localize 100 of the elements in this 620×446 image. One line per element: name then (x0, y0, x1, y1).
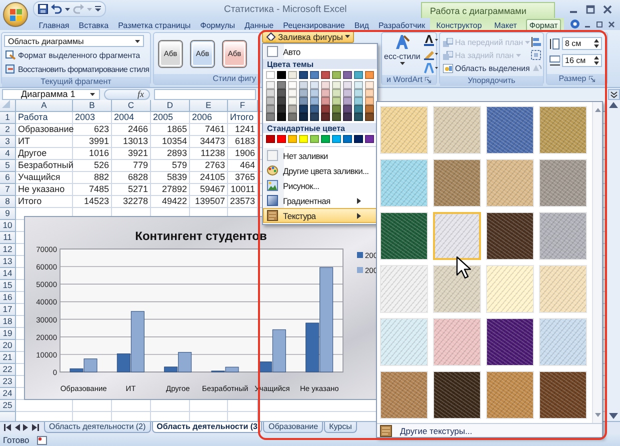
redo-icon[interactable] (73, 4, 84, 14)
texture-swatch[interactable] (380, 371, 428, 419)
ribbon-tab[interactable]: Макет (491, 19, 520, 30)
row-header[interactable]: 1 (0, 112, 16, 124)
skip-left-icon[interactable] (4, 424, 11, 431)
color-swatch[interactable] (277, 105, 286, 113)
color-swatch[interactable] (266, 81, 275, 89)
texture-swatch[interactable] (380, 318, 428, 366)
color-swatch[interactable] (310, 71, 319, 79)
reset-style-button[interactable]: Восстановить форматирование стиля (4, 63, 150, 75)
texture-swatch[interactable] (539, 265, 587, 313)
color-swatch[interactable] (365, 105, 374, 113)
color-swatch[interactable] (343, 71, 352, 79)
format-selection-button[interactable]: Формат выделенного фрагмента (4, 49, 150, 61)
row-header[interactable]: 20 (0, 340, 16, 352)
color-swatch[interactable] (288, 135, 297, 143)
color-swatch[interactable] (321, 105, 330, 113)
color-swatch[interactable] (288, 71, 297, 79)
column-header[interactable]: D (151, 100, 190, 112)
color-swatch[interactable] (310, 135, 319, 143)
texture-swatch[interactable] (433, 318, 481, 366)
color-swatch[interactable] (343, 97, 352, 105)
color-swatch[interactable] (277, 135, 286, 143)
menu-item[interactable]: Текстура (263, 208, 377, 223)
color-swatch[interactable] (354, 97, 363, 105)
close-icon[interactable] (607, 20, 616, 28)
color-swatch[interactable] (365, 71, 374, 79)
align-icon[interactable] (531, 37, 542, 47)
color-swatch[interactable] (321, 97, 330, 105)
color-swatch[interactable] (365, 81, 374, 89)
width-field[interactable]: 16 см (562, 54, 602, 67)
color-swatch[interactable] (277, 89, 286, 97)
ribbon-tab[interactable]: Конструктор (433, 19, 485, 30)
customize-caret-icon[interactable] (95, 6, 101, 12)
ribbon-tab[interactable]: Вид (351, 19, 372, 30)
texture-swatch[interactable] (486, 106, 534, 154)
menu-item[interactable]: Авто (263, 44, 377, 59)
sheet-tab[interactable]: Курсы (324, 422, 357, 433)
color-swatch[interactable] (288, 81, 297, 89)
restore-icon[interactable] (595, 20, 604, 28)
row-header[interactable]: 4 (0, 148, 16, 160)
color-swatch[interactable] (299, 89, 308, 97)
sheet-tab[interactable]: Образование (263, 422, 324, 433)
color-swatch[interactable] (266, 113, 275, 121)
color-swatch[interactable] (299, 97, 308, 105)
ribbon-tab[interactable]: Рецензирование (280, 19, 348, 30)
text-outline-icon[interactable] (424, 49, 438, 60)
texture-swatch[interactable] (433, 371, 481, 419)
texture-swatch[interactable] (380, 265, 428, 313)
formula-input[interactable] (154, 88, 256, 100)
ribbon-tab[interactable]: Главная (36, 19, 72, 30)
sheet-tab[interactable]: Область деятельности (2) (44, 422, 151, 433)
ribbon-tab[interactable]: Формат (526, 19, 561, 30)
row-header[interactable]: 22 (0, 364, 16, 376)
texture-swatch[interactable] (380, 159, 428, 207)
texture-swatch[interactable] (486, 265, 534, 313)
column-header[interactable]: A (16, 100, 73, 112)
color-swatch[interactable] (354, 71, 363, 79)
texture-swatch[interactable] (539, 318, 587, 366)
texture-swatch[interactable] (539, 212, 587, 260)
column-header[interactable]: E (190, 100, 228, 112)
row-header[interactable]: 19 (0, 328, 16, 340)
texture-swatch[interactable] (539, 106, 587, 154)
height-field[interactable]: 8 см (562, 37, 602, 50)
color-swatch[interactable] (310, 89, 319, 97)
texture-swatch[interactable] (433, 212, 481, 260)
color-swatch[interactable] (321, 81, 330, 89)
color-swatch[interactable] (321, 135, 330, 143)
arrange-button[interactable]: Область выделения (442, 62, 532, 74)
color-swatch[interactable] (365, 113, 374, 121)
color-swatch[interactable] (277, 71, 286, 79)
color-swatch[interactable] (310, 105, 319, 113)
color-swatch[interactable] (332, 89, 341, 97)
row-header[interactable]: 12 (0, 244, 16, 256)
color-swatch[interactable] (332, 71, 341, 79)
color-swatch[interactable] (343, 81, 352, 89)
color-swatch[interactable] (321, 89, 330, 97)
rotate-icon[interactable] (531, 63, 542, 73)
color-swatch[interactable] (365, 89, 374, 97)
expand-icon[interactable] (608, 88, 620, 100)
close-icon[interactable] (601, 4, 614, 14)
ribbon-tab[interactable]: Формулы (197, 19, 238, 30)
texture-swatch[interactable] (539, 159, 587, 207)
color-swatch[interactable] (277, 81, 286, 89)
group-icon[interactable] (531, 50, 542, 60)
color-swatch[interactable] (288, 113, 297, 121)
color-swatch[interactable] (266, 71, 275, 79)
ribbon-tab[interactable]: Разработчик (375, 19, 428, 30)
row-header[interactable]: 7 (0, 184, 16, 196)
text-fill-icon[interactable] (424, 35, 438, 46)
color-swatch[interactable] (299, 81, 308, 89)
arrow-left-icon[interactable] (14, 424, 20, 431)
row-header[interactable]: 13 (0, 256, 16, 268)
skip-right-icon[interactable] (32, 424, 39, 431)
color-swatch[interactable] (288, 105, 297, 113)
color-swatch[interactable] (266, 89, 275, 97)
scroll-up-icon[interactable] (594, 108, 600, 112)
color-swatch[interactable] (332, 105, 341, 113)
wordart-styles-icon[interactable] (394, 34, 410, 50)
color-swatch[interactable] (310, 81, 319, 89)
